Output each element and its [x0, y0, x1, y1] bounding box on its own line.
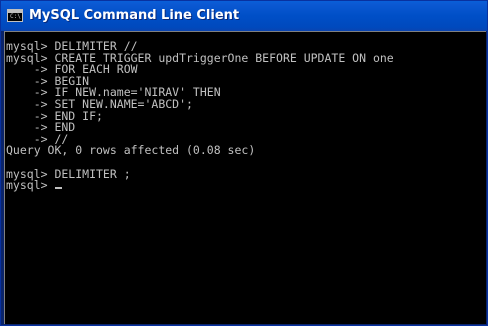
mysql-client-window: C:\ MySQL Command Line Client mysql> DEL… — [0, 0, 488, 326]
console-prompt-line[interactable]: mysql> — [6, 178, 484, 193]
console-area[interactable]: mysql> DELIMITER // mysql> CREATE TRIGGE… — [4, 31, 486, 324]
console-icon-glyph: C:\ — [10, 13, 21, 20]
console-line: -> END — [6, 120, 76, 135]
text-cursor — [55, 187, 63, 190]
console-line: mysql> DELIMITER ; — [6, 166, 131, 181]
console-line: Query OK, 0 rows affected (0.08 sec) — [6, 143, 256, 158]
console-output: mysql> DELIMITER // mysql> CREATE TRIGGE… — [6, 40, 484, 193]
console-prompt: mysql> — [6, 178, 55, 193]
console-app-icon[interactable]: C:\ — [7, 9, 23, 22]
window-title: MySQL Command Line Client — [29, 8, 240, 23]
console-line: -> END IF; — [6, 108, 103, 123]
title-bar[interactable]: C:\ MySQL Command Line Client — [1, 1, 487, 31]
